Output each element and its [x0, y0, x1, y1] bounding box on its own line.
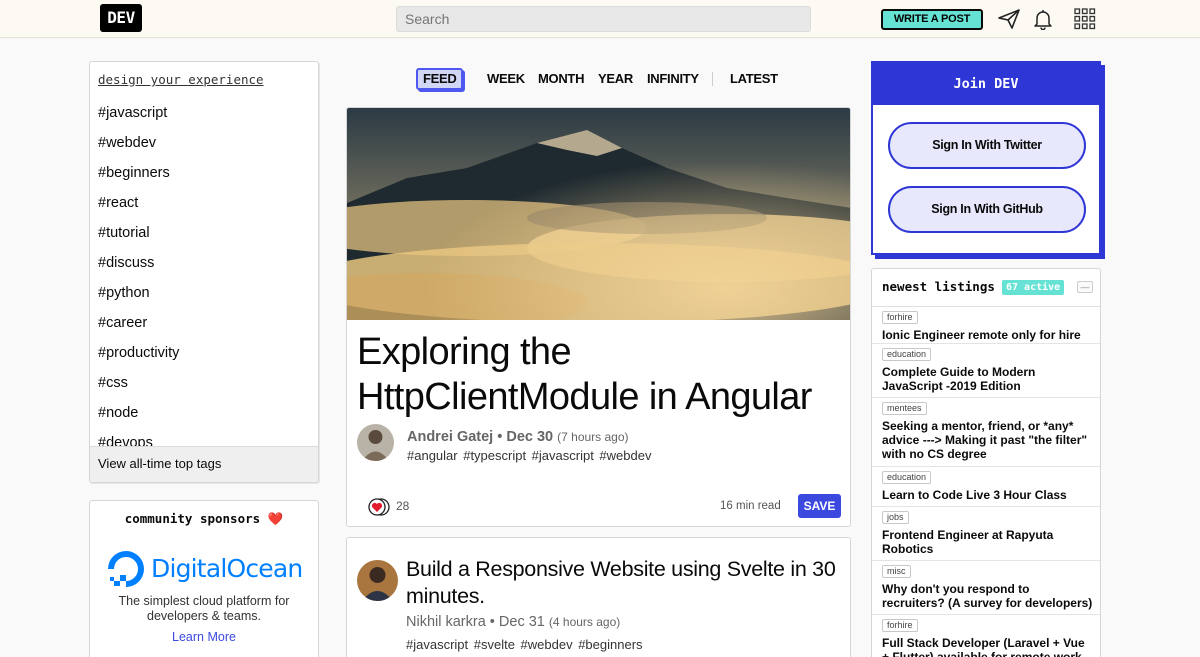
design-experience-link[interactable]: design your experience	[98, 72, 264, 87]
dev-logo[interactable]: DEV	[100, 4, 142, 32]
tab-infinity[interactable]: INFINITY	[647, 68, 699, 90]
read-time: 16 min read	[720, 500, 781, 512]
author-name[interactable]: Andrei Gatej	[407, 429, 493, 445]
tags-sidebar: design your experience #javascript #webd…	[89, 61, 319, 483]
search-input[interactable]	[396, 6, 811, 32]
sidebar-tag[interactable]: #tutorial	[98, 224, 179, 254]
heart-icon: ❤️	[267, 511, 284, 526]
send-icon[interactable]	[997, 8, 1021, 30]
collapse-button[interactable]: —	[1077, 281, 1093, 293]
join-dev-card: Join DEV Sign In With Twitter Sign In Wi…	[871, 61, 1101, 255]
heart-reaction-icon[interactable]	[367, 497, 393, 517]
article-author-meta: Nikhil karkra • Dec 31 (4 hours ago)	[406, 614, 621, 630]
post-date: Dec 31	[498, 614, 545, 630]
join-dev-title: Join DEV	[873, 63, 1099, 105]
listing-item[interactable]: forhire Ionic Engineer remote only for h…	[872, 307, 1100, 344]
sponsors-title-text: community sponsors	[124, 511, 261, 526]
learn-more-link[interactable]: Learn More	[90, 630, 318, 644]
listing-item[interactable]: jobs Frontend Engineer at Rapyuta Roboti…	[872, 507, 1100, 561]
sidebar-tag[interactable]: #react	[98, 194, 179, 224]
listing-item[interactable]: misc Why don't you respond to recruiters…	[872, 561, 1100, 615]
cover-image[interactable]	[347, 108, 851, 320]
article-tags[interactable]: #angular #typescript #javascript #webdev	[407, 448, 651, 463]
listing-category-badge[interactable]: mentees	[882, 402, 927, 415]
article-title[interactable]: Build a Responsive Website using Svelte …	[406, 556, 846, 610]
listing-title[interactable]: Learn to Code Live 3 Hour Class	[882, 488, 1094, 502]
sign-in-twitter-button[interactable]: Sign In With Twitter	[888, 122, 1086, 169]
sidebar-tag[interactable]: #python	[98, 284, 179, 314]
article-tags[interactable]: #javascript #svelte #webdev #beginners	[406, 637, 643, 652]
listings-header: newest listings 67 active —	[872, 269, 1100, 307]
tab-feed[interactable]: FEED	[416, 68, 464, 90]
apps-grid-icon[interactable]	[1074, 8, 1098, 30]
newest-listings-card: newest listings 67 active — forhire Ioni…	[871, 268, 1101, 657]
author-name[interactable]: Nikhil karkra	[406, 614, 486, 630]
tab-latest[interactable]: LATEST	[730, 68, 778, 90]
active-count-badge: 67 active	[1002, 280, 1065, 295]
tab-divider	[712, 72, 713, 86]
article-author-meta: Andrei Gatej • Dec 30 (7 hours ago)	[407, 429, 629, 445]
post-date: Dec 30	[506, 429, 554, 445]
listing-title[interactable]: Ionic Engineer remote only for hire	[882, 328, 1094, 342]
sponsor-brand-name[interactable]: DigitalOcean	[151, 554, 303, 583]
sign-in-github-button[interactable]: Sign In With GitHub	[888, 186, 1086, 233]
sidebar-tag[interactable]: #css	[98, 374, 179, 404]
reaction-count: 28	[396, 499, 410, 513]
listing-item[interactable]: forhire Full Stack Developer (Laravel + …	[872, 615, 1100, 657]
sidebar-tag[interactable]: #node	[98, 404, 179, 434]
listing-category-badge[interactable]: misc	[882, 565, 911, 578]
featured-article-title[interactable]: Exploring the HttpClientModule in Angula…	[357, 330, 847, 420]
tab-week[interactable]: WEEK	[487, 68, 525, 90]
save-button[interactable]: SAVE	[798, 494, 841, 518]
listings-title[interactable]: newest listings	[882, 279, 995, 294]
listing-category-badge[interactable]: forhire	[882, 311, 918, 324]
listing-item[interactable]: education Learn to Code Live 3 Hour Clas…	[872, 467, 1100, 507]
sidebar-tag[interactable]: #discuss	[98, 254, 179, 284]
relative-time: (7 hours ago)	[557, 430, 629, 444]
tag-list: #javascript #webdev #beginners #react #t…	[98, 104, 179, 464]
listing-category-badge[interactable]: jobs	[882, 511, 909, 524]
listing-title[interactable]: Complete Guide to Modern JavaScript -201…	[882, 365, 1094, 393]
bell-icon[interactable]	[1032, 8, 1056, 31]
featured-article-card[interactable]: Exploring the HttpClientModule in Angula…	[346, 107, 851, 527]
listing-title[interactable]: Frontend Engineer at Rapyuta Robotics	[882, 528, 1094, 556]
tab-month[interactable]: MONTH	[538, 68, 584, 90]
article-card[interactable]: Build a Responsive Website using Svelte …	[346, 537, 851, 657]
avatar[interactable]	[357, 560, 398, 601]
top-navigation-bar: DEV WRITE A POST	[0, 0, 1200, 38]
sidebar-tag[interactable]: #javascript	[98, 104, 179, 134]
listing-title[interactable]: Why don't you respond to recruiters? (A …	[882, 582, 1094, 610]
sidebar-tag[interactable]: #career	[98, 314, 179, 344]
sidebar-tag[interactable]: #webdev	[98, 134, 179, 164]
sidebar-tag[interactable]: #beginners	[98, 164, 179, 194]
listing-category-badge[interactable]: education	[882, 471, 932, 484]
sponsors-title: community sponsors ❤️	[90, 511, 318, 527]
sponsor-tagline: The simplest cloud platform for develope…	[118, 594, 290, 623]
tab-year[interactable]: YEAR	[598, 68, 633, 90]
listing-item[interactable]: mentees Seeking a mentor, friend, or *an…	[872, 398, 1100, 467]
all-time-top-tags-link[interactable]: View all-time top tags	[90, 446, 318, 482]
sidebar-tag[interactable]: #productivity	[98, 344, 179, 374]
listing-category-badge[interactable]: forhire	[882, 619, 918, 632]
community-sponsors-card: community sponsors ❤️ DigitalOcean The s…	[89, 500, 319, 657]
listing-title[interactable]: Full Stack Developer (Laravel + Vue + Fl…	[882, 636, 1094, 657]
listing-item[interactable]: education Complete Guide to Modern JavaS…	[872, 344, 1100, 398]
listing-category-badge[interactable]: education	[882, 348, 932, 361]
relative-time: (4 hours ago)	[548, 615, 621, 629]
avatar[interactable]	[357, 424, 394, 461]
write-post-button[interactable]: WRITE A POST	[881, 9, 983, 30]
listing-title[interactable]: Seeking a mentor, friend, or *any* advic…	[882, 419, 1094, 461]
